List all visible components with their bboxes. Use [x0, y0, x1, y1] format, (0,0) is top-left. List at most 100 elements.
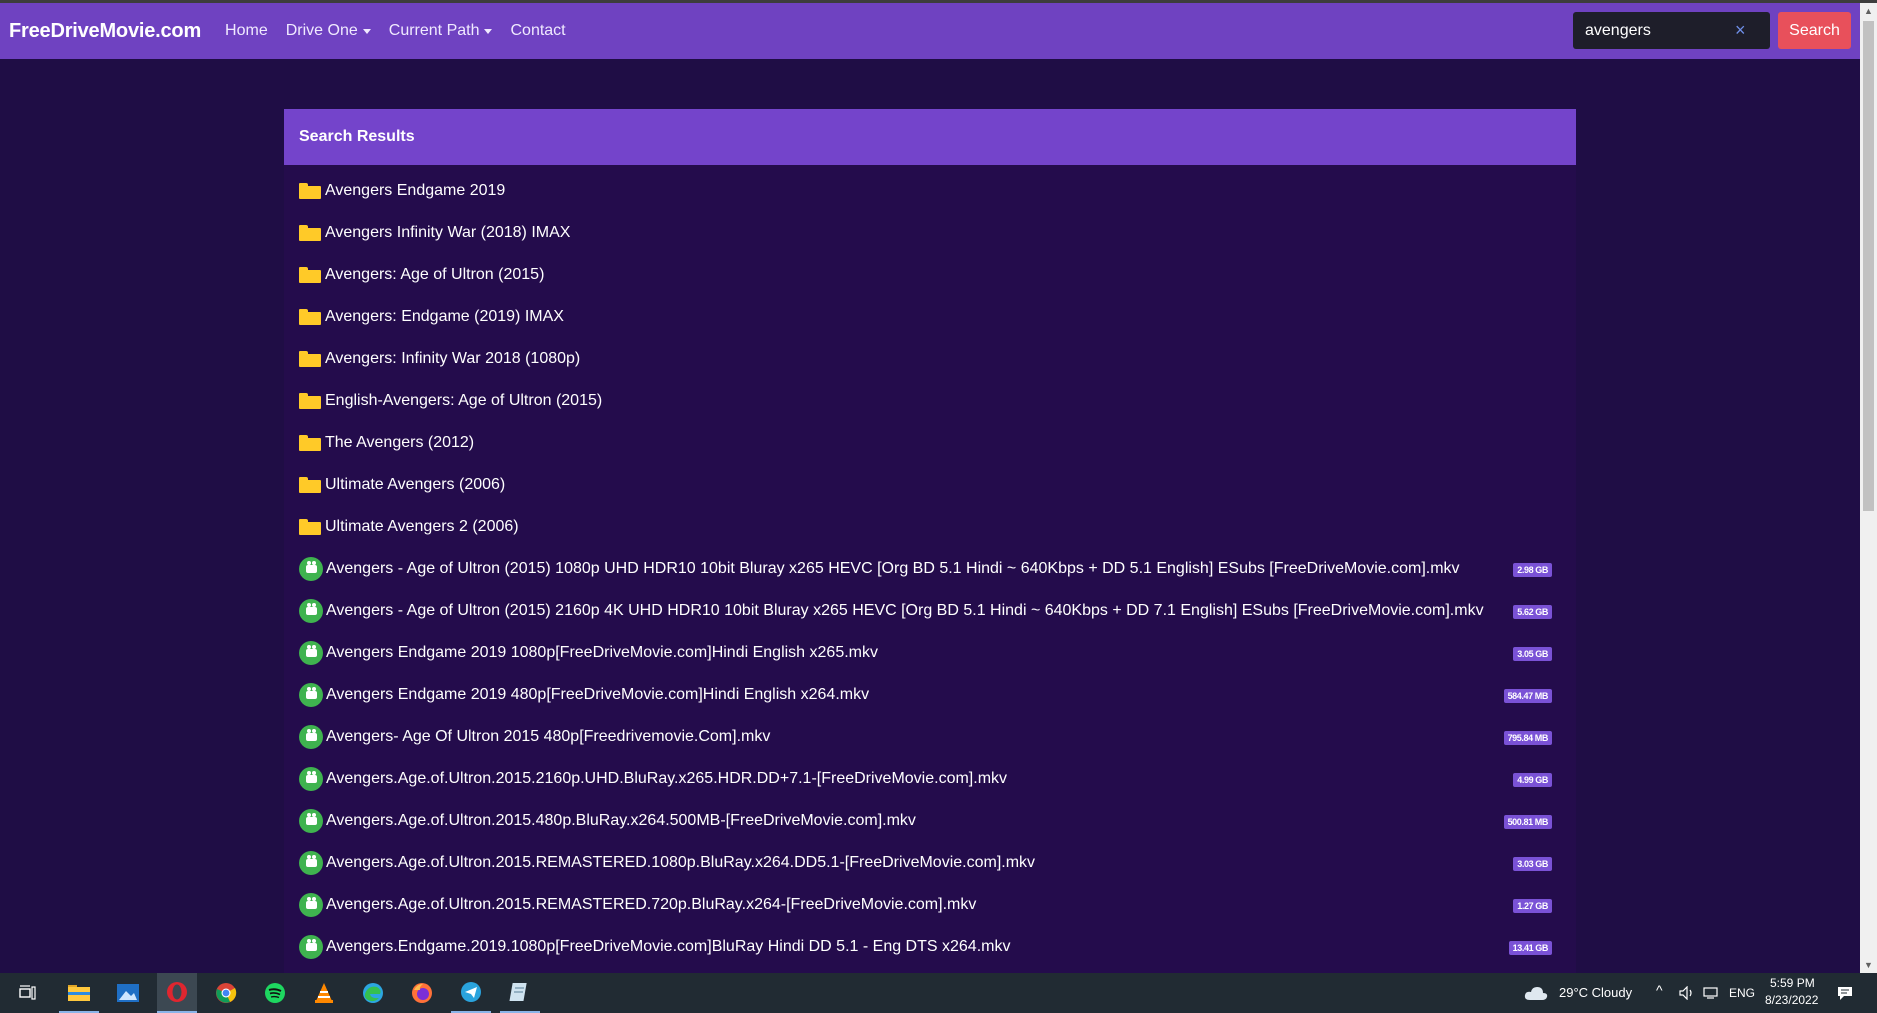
chrome-icon[interactable]	[206, 973, 246, 1013]
file-row[interactable]: Avengers.Age.of.Ultron.2015.REMASTERED.7…	[299, 884, 1576, 926]
navbar: FreeDriveMovie.com Home Drive One Curren…	[0, 3, 1860, 59]
folder-row[interactable]: Ultimate Avengers 2 (2006)	[299, 506, 1576, 548]
folder-row[interactable]: Avengers Endgame 2019	[299, 170, 1576, 212]
scroll-up-arrow-icon[interactable]: ▲	[1860, 3, 1877, 19]
nav-contact[interactable]: Contact	[510, 22, 565, 40]
task-view-icon[interactable]	[8, 973, 48, 1013]
search-input[interactable]	[1573, 12, 1733, 49]
search-results-card: Search Results Avengers Endgame 2019 Aven…	[284, 109, 1576, 973]
file-row[interactable]: Avengers.Endgame.2019.1080p[FreeDriveMov…	[299, 926, 1576, 968]
folder-icon	[299, 183, 321, 199]
folder-name-link[interactable]: Ultimate Avengers (2006)	[325, 476, 505, 494]
video-file-icon	[299, 893, 323, 917]
folder-row[interactable]: Avengers: Endgame (2019) IMAX	[299, 296, 1576, 338]
folder-row[interactable]: English-Avengers: Age of Ultron (2015)	[299, 380, 1576, 422]
network-icon[interactable]	[1700, 973, 1722, 1013]
folder-icon	[299, 477, 321, 493]
file-row[interactable]: Avengers.Age.of.Ultron.2015.480p.BluRay.…	[299, 800, 1576, 842]
file-name-link[interactable]: Avengers Endgame 2019 1080p[FreeDriveMov…	[326, 644, 878, 662]
file-row[interactable]: Avengers - Age of Ultron (2015) 1080p UH…	[299, 548, 1576, 590]
caret-down-icon	[362, 28, 371, 34]
scrollbar-thumb[interactable]	[1863, 21, 1874, 511]
clear-search-icon[interactable]: ×	[1735, 20, 1746, 41]
search-button[interactable]: Search	[1778, 12, 1851, 49]
speaker-icon[interactable]	[1676, 973, 1698, 1013]
search-box: ×	[1573, 12, 1770, 49]
video-file-icon	[299, 725, 323, 749]
weather-text[interactable]: 29°C Cloudy	[1559, 985, 1632, 1000]
file-name-link[interactable]: Avengers - Age of Ultron (2015) 1080p UH…	[326, 560, 1460, 578]
folder-name-link[interactable]: Avengers: Endgame (2019) IMAX	[325, 308, 564, 326]
file-name-link[interactable]: Avengers- Age Of Ultron 2015 480p[Freedr…	[326, 728, 770, 746]
folder-row[interactable]: Ultimate Avengers (2006)	[299, 464, 1576, 506]
video-file-icon	[299, 641, 323, 665]
folder-icon	[299, 267, 321, 283]
file-row[interactable]: Avengers - Age of Ultron (2015) 2160p 4K…	[299, 590, 1576, 632]
folder-name-link[interactable]: Avengers Endgame 2019	[325, 182, 505, 200]
photos-icon[interactable]	[108, 973, 148, 1013]
folder-icon	[299, 309, 321, 325]
file-size-badge: 500.81 MB	[1503, 815, 1552, 829]
file-size-badge: 584.47 MB	[1503, 689, 1552, 703]
folder-row[interactable]: Avengers: Infinity War 2018 (1080p)	[299, 338, 1576, 380]
folder-name-link[interactable]: Avengers: Age of Ultron (2015)	[325, 266, 544, 284]
windows-taskbar: 29°C Cloudy ^ ENG 5:59 PM 8/23/2022	[0, 973, 1877, 1013]
file-row[interactable]: Avengers Endgame 2019 480p[FreeDriveMovi…	[299, 674, 1576, 716]
file-name-link[interactable]: Avengers.Age.of.Ultron.2015.2160p.UHD.Bl…	[326, 770, 1007, 788]
notepad-icon[interactable]	[500, 973, 540, 1013]
nav-current-path[interactable]: Current Path	[389, 22, 493, 40]
file-size-badge: 4.99 GB	[1513, 773, 1552, 787]
video-file-icon	[299, 599, 323, 623]
file-row[interactable]: Avengers.Age.of.Ultron.2015.2160p.UHD.Bl…	[299, 758, 1576, 800]
folder-icon	[299, 351, 321, 367]
page-scrollbar[interactable]: ▲ ▼	[1860, 3, 1877, 973]
nav-drive-one-label: Drive One	[285, 22, 358, 39]
folder-name-link[interactable]: Ultimate Avengers 2 (2006)	[325, 518, 519, 536]
weather-cloud-icon[interactable]	[1522, 973, 1550, 1013]
video-file-icon	[299, 809, 323, 833]
file-name-link[interactable]: Avengers.Age.of.Ultron.2015.480p.BluRay.…	[326, 812, 916, 830]
folder-icon	[299, 435, 321, 451]
folder-icon	[299, 225, 321, 241]
firefox-icon[interactable]	[402, 973, 442, 1013]
clock-date[interactable]: 8/23/2022	[1765, 993, 1818, 1007]
file-row[interactable]: Avengers- Age Of Ultron 2015 480p[Freedr…	[299, 716, 1576, 758]
video-file-icon	[299, 557, 323, 581]
nav-drive-one[interactable]: Drive One	[286, 22, 371, 40]
chevron-up-icon[interactable]: ^	[1656, 982, 1663, 998]
file-row[interactable]: Avengers.Age.of.Ultron.2015.REMASTERED.1…	[299, 842, 1576, 884]
folder-row[interactable]: Avengers: Age of Ultron (2015)	[299, 254, 1576, 296]
folder-name-link[interactable]: Avengers: Infinity War 2018 (1080p)	[325, 350, 580, 368]
file-name-link[interactable]: Avengers.Age.of.Ultron.2015.REMASTERED.7…	[326, 896, 976, 914]
video-file-icon	[299, 851, 323, 875]
file-explorer-icon[interactable]	[59, 973, 99, 1013]
file-name-link[interactable]: Avengers Endgame 2019 480p[FreeDriveMovi…	[326, 686, 869, 704]
vlc-icon[interactable]	[304, 973, 344, 1013]
file-name-link[interactable]: Avengers - Age of Ultron (2015) 2160p 4K…	[326, 602, 1484, 620]
folder-row[interactable]: The Avengers (2012)	[299, 422, 1576, 464]
notification-icon[interactable]	[1833, 973, 1857, 1013]
language-indicator[interactable]: ENG	[1729, 986, 1755, 1000]
folder-icon	[299, 519, 321, 535]
file-size-badge: 1.27 GB	[1513, 899, 1552, 913]
nav-home[interactable]: Home	[225, 22, 268, 40]
folder-row[interactable]: Avengers Infinity War (2018) IMAX	[299, 212, 1576, 254]
video-file-icon	[299, 767, 323, 791]
folder-name-link[interactable]: Avengers Infinity War (2018) IMAX	[325, 224, 570, 242]
opera-icon[interactable]	[157, 973, 197, 1013]
folder-name-link[interactable]: English-Avengers: Age of Ultron (2015)	[325, 392, 602, 410]
brand-logo[interactable]: FreeDriveMovie.com	[9, 20, 201, 43]
folder-name-link[interactable]: The Avengers (2012)	[325, 434, 474, 452]
spotify-icon[interactable]	[255, 973, 295, 1013]
file-name-link[interactable]: Avengers.Age.of.Ultron.2015.REMASTERED.1…	[326, 854, 1035, 872]
telegram-icon[interactable]	[451, 973, 491, 1013]
scroll-down-arrow-icon[interactable]: ▼	[1860, 957, 1877, 973]
file-row[interactable]: Avengers Endgame 2019 1080p[FreeDriveMov…	[299, 632, 1576, 674]
file-size-badge: 795.84 MB	[1503, 731, 1552, 745]
video-file-icon	[299, 935, 323, 959]
clock-time[interactable]: 5:59 PM	[1770, 976, 1815, 990]
file-size-badge: 5.62 GB	[1513, 605, 1552, 619]
edge-icon[interactable]	[353, 973, 393, 1013]
file-size-badge: 13.41 GB	[1508, 941, 1552, 955]
file-name-link[interactable]: Avengers.Endgame.2019.1080p[FreeDriveMov…	[326, 938, 1010, 956]
